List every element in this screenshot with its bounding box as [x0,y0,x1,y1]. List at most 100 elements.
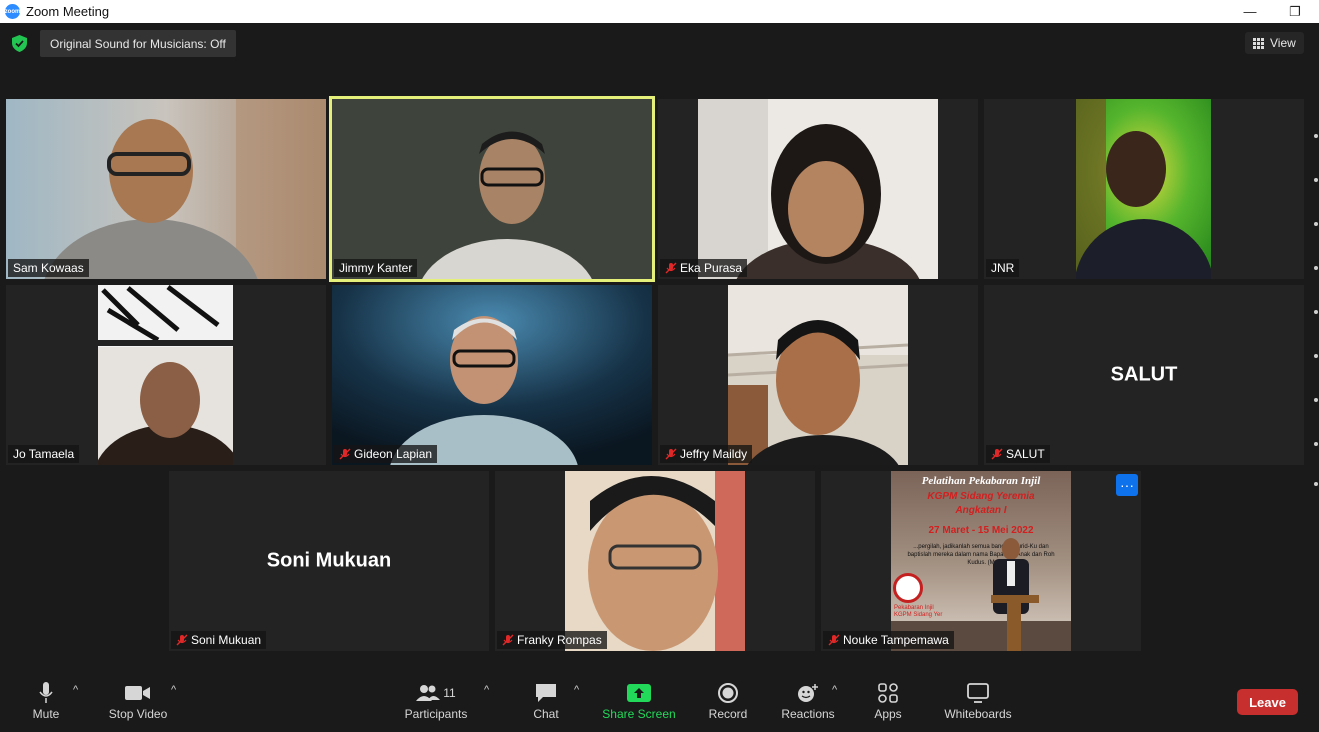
video-tile-jo-tamaela[interactable]: Jo Tamaela [6,285,326,465]
gallery-dot [1314,266,1318,270]
share-screen-button[interactable]: Share Screen [602,668,676,732]
chat-options-caret-icon[interactable]: ^ [574,684,579,696]
slide-footer-line2: KGPM Sidang Yer [894,612,943,618]
apps-button[interactable]: Apps [870,668,906,732]
gallery-dot [1314,482,1318,486]
share-screen-icon [627,684,651,702]
view-label: View [1270,36,1296,50]
mute-button[interactable]: Mute [28,668,64,732]
chat-button[interactable]: Chat [528,668,564,732]
whiteboards-label: Whiteboards [944,707,1012,721]
participant-video [6,99,326,279]
video-tile-soni-mukuan[interactable]: Soni Mukuan Soni Mukuan [169,471,489,651]
participant-display-name: SALUT [1110,363,1178,386]
video-tile-nouke-tampemawa[interactable]: Pelatihan Pekabaran Injil KGPM Sidang Ye… [821,471,1141,651]
participants-button[interactable]: 11 Participants [402,668,470,732]
participant-name-tag: Franky Rompas [497,631,607,649]
whiteboards-button[interactable]: Whiteboards [940,668,1016,732]
participant-name-tag: JNR [986,259,1020,277]
whiteboard-icon [967,683,989,703]
gallery-dot [1314,354,1318,358]
muted-mic-icon [339,448,351,460]
muted-mic-icon [502,634,514,646]
gallery-scroll-dots [1313,134,1319,494]
participant-video [565,471,745,651]
minimize-button[interactable]: — [1228,0,1272,23]
more-options-button[interactable]: ··· [1116,474,1138,496]
share-screen-label: Share Screen [602,707,676,721]
participants-label: Participants [404,707,468,721]
video-tile-salut[interactable]: SALUT SALUT [984,285,1304,465]
zoom-logo-icon: zoom [5,4,20,19]
participant-name-tag: Jo Tamaela [8,445,80,463]
video-options-caret-icon[interactable]: ^ [171,684,176,696]
participant-name-tag: Sam Kowaas [8,259,89,277]
stop-video-button[interactable]: Stop Video [106,668,170,732]
original-sound-toggle[interactable]: Original Sound for Musicians: Off [40,30,236,57]
leave-button[interactable]: Leave [1237,689,1298,715]
video-tile-sam-kowaas[interactable]: Sam Kowaas [6,99,326,279]
slide-subtitle: KGPM Sidang Yeremia [927,491,1035,502]
slide-batch: Angkatan I [955,505,1007,516]
church-seal [893,573,923,603]
window-title: Zoom Meeting [26,4,110,19]
emoji-reaction-icon [798,684,818,702]
apps-icon [878,683,898,703]
shield-check-icon[interactable] [12,35,27,52]
participant-video [332,285,652,465]
meeting-toolbar: Mute ^ Stop Video ^ 11 Participants ^ Ch… [0,668,1319,732]
record-label: Record [708,707,748,721]
participant-name-tag: SALUT [986,445,1050,463]
grid-icon [1253,37,1264,49]
participant-name: Gideon Lapian [354,447,433,461]
reactions-button[interactable]: Reactions [780,668,836,732]
video-tile-jnr[interactable]: JNR [984,99,1304,279]
participant-video [98,285,233,465]
participant-name-tag: Jeffry Maildy [660,445,753,463]
video-camera-icon [125,686,150,700]
participant-name: Jo Tamaela [13,447,75,461]
participants-icon [416,685,441,701]
slide-title: Pelatihan Pekabaran Injil [921,475,1041,487]
video-tile-eka-purasa[interactable]: Eka Purasa [658,99,978,279]
video-tile-gideon-lapian[interactable]: Gideon Lapian [332,285,652,465]
muted-mic-icon [665,448,677,460]
speaker-figure [991,538,1039,651]
participant-name-tag: Jimmy Kanter [334,259,418,277]
chat-label: Chat [533,707,559,721]
record-icon [718,683,738,703]
muted-mic-icon [991,448,1003,460]
participant-name-tag: Eka Purasa [660,259,748,277]
participant-video [332,99,652,279]
muted-mic-icon [828,634,840,646]
participant-name: SALUT [1006,447,1045,461]
reactions-options-caret-icon[interactable]: ^ [832,684,837,696]
stop-video-label: Stop Video [108,707,168,721]
audio-options-caret-icon[interactable]: ^ [73,684,78,696]
reactions-label: Reactions [781,707,835,721]
view-button[interactable]: View [1245,32,1304,54]
participants-options-caret-icon[interactable]: ^ [484,684,489,696]
muted-mic-icon [665,262,677,274]
participant-name: Jeffry Maildy [680,447,748,461]
muted-mic-icon [176,634,188,646]
record-button[interactable]: Record [706,668,750,732]
restore-button[interactable]: ❐ [1273,0,1317,23]
mute-label: Mute [32,707,60,721]
slide-footer: Pekabaran Injil KGPM Sidang Yer [894,605,974,619]
slide-footer-line1: Pekabaran Injil [894,605,934,611]
participant-name: Sam Kowaas [13,261,84,275]
participant-video [728,285,908,465]
gallery-dot [1314,310,1318,314]
apps-label: Apps [874,707,902,721]
shared-slide: Pelatihan Pekabaran Injil KGPM Sidang Ye… [891,471,1071,651]
video-tile-jimmy-kanter[interactable]: Jimmy Kanter [329,96,655,282]
participant-name: Soni Mukuan [191,633,262,647]
video-tile-jeffry-maildy[interactable]: Jeffry Maildy [658,285,978,465]
gallery-dot [1314,442,1318,446]
video-tile-franky-rompas[interactable]: Franky Rompas [495,471,815,651]
participant-name: JNR [991,261,1015,275]
gallery-dot [1314,178,1318,182]
participant-name: Eka Purasa [680,261,743,275]
gallery-dot [1314,398,1318,402]
